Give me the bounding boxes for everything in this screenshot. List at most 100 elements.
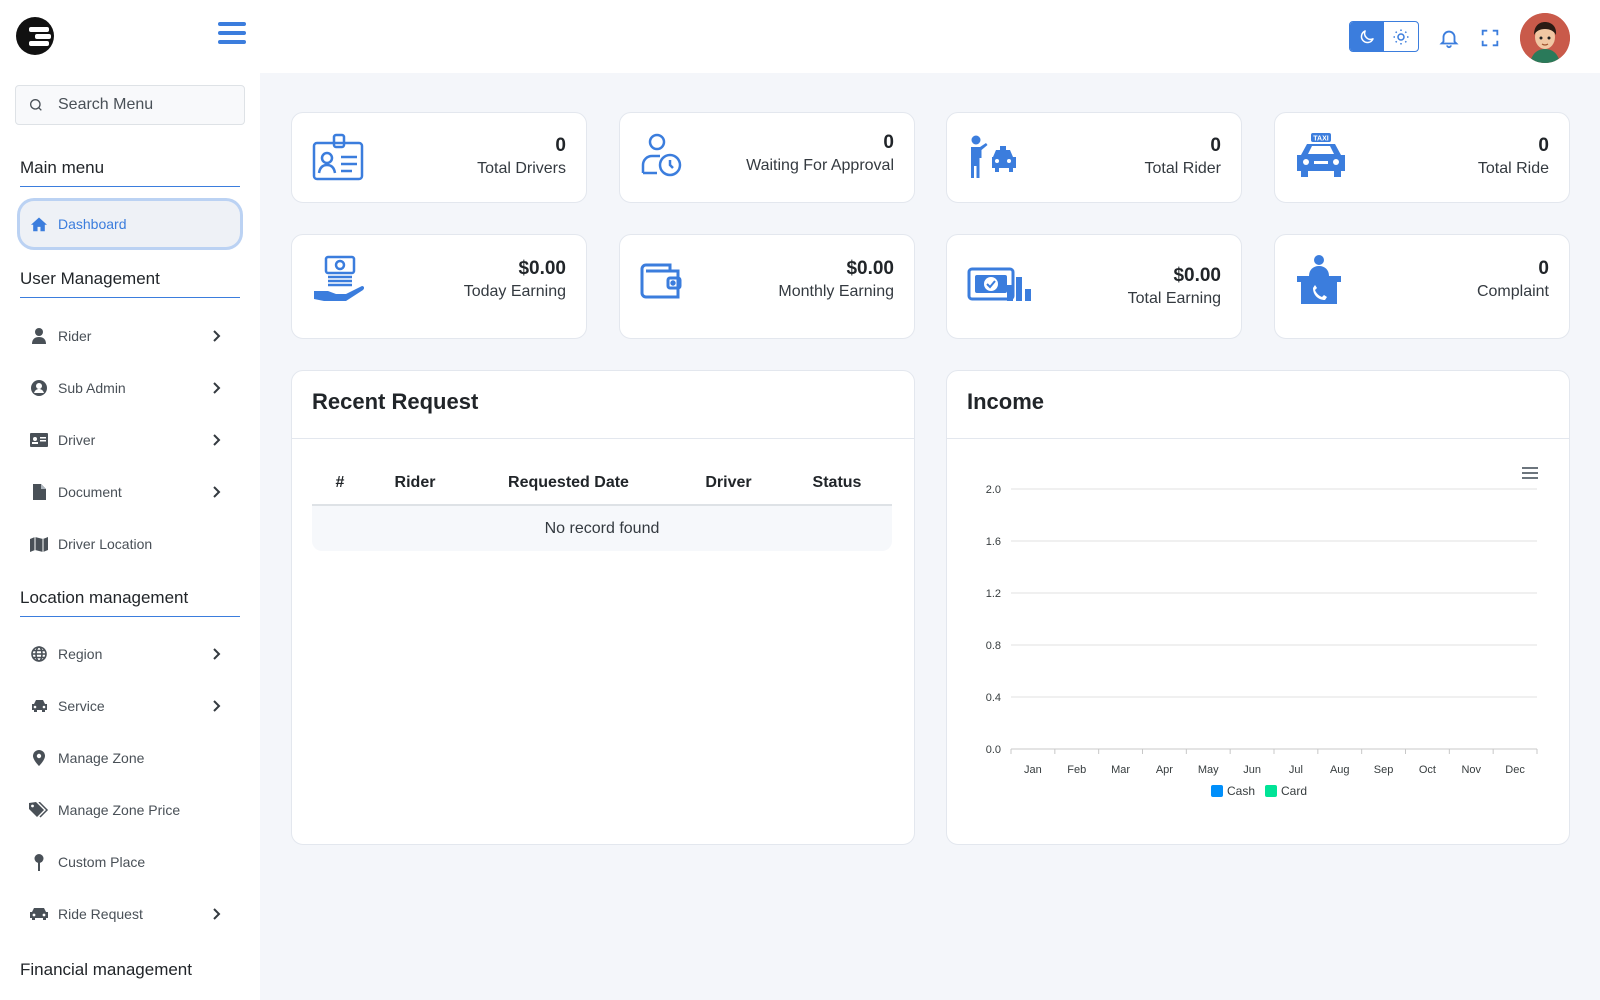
sidebar-item-rider[interactable]: Rider bbox=[20, 313, 240, 359]
empty-state-text: No record found bbox=[312, 505, 892, 551]
avatar[interactable] bbox=[1520, 13, 1570, 63]
y-tick-label: 2.0 bbox=[986, 484, 1001, 496]
user-clock-icon bbox=[641, 133, 682, 177]
y-tick-label: 1.2 bbox=[986, 588, 1001, 600]
x-tick-label: Nov bbox=[1461, 764, 1481, 776]
sidebar-item-label: Dashboard bbox=[58, 216, 127, 232]
stat-card-monthly-earning: $0.00 Monthly Earning bbox=[619, 234, 915, 339]
sidebar: Main menu Dashboard User Management Ride… bbox=[0, 73, 260, 1000]
sidebar-item-label: Driver bbox=[58, 432, 96, 448]
y-tick-label: 0.8 bbox=[986, 640, 1001, 652]
section-title-main-menu: Main menu bbox=[20, 158, 240, 187]
column-header[interactable]: Rider bbox=[368, 461, 462, 506]
chevron-right-icon bbox=[213, 330, 221, 342]
income-chart: 0.0 0.4 0.8 1.2 1.6 2.0 Jan Feb Mar Apr May Jun Jul… bbox=[986, 467, 1538, 798]
stat-label: Complaint bbox=[1476, 283, 1549, 300]
user-circle-icon bbox=[29, 379, 49, 397]
hamburger-icon[interactable] bbox=[218, 22, 246, 48]
stat-card-complaint: 0 Complaint bbox=[1274, 234, 1570, 339]
sidebar-item-label: Custom Place bbox=[58, 854, 146, 870]
stat-label: Monthly Earning bbox=[778, 283, 894, 300]
x-tick-label: Jul bbox=[1289, 764, 1303, 776]
bell-icon[interactable] bbox=[1438, 27, 1460, 49]
stat-label: Waiting For Approval bbox=[746, 157, 894, 174]
sidebar-item-region[interactable]: Region bbox=[20, 631, 240, 677]
sidebar-item-label: Manage Zone bbox=[58, 750, 145, 766]
divider bbox=[292, 438, 914, 439]
chevron-right-icon bbox=[213, 648, 221, 660]
wallet-icon bbox=[640, 263, 682, 299]
stat-card-total-drivers: 0 Total Drivers bbox=[291, 112, 587, 203]
legend-label-card[interactable]: Card bbox=[1281, 784, 1307, 798]
section-title-location-management: Location management bbox=[20, 588, 240, 617]
x-tick-label: Sep bbox=[1374, 764, 1394, 776]
globe-icon bbox=[29, 645, 49, 663]
sidebar-item-ride-request[interactable]: Ride Request bbox=[20, 891, 240, 937]
logo[interactable] bbox=[15, 16, 55, 56]
moon-icon[interactable] bbox=[1350, 22, 1384, 51]
chevron-right-icon bbox=[213, 908, 221, 920]
file-icon bbox=[29, 483, 49, 501]
sidebar-item-custom-place[interactable]: Custom Place bbox=[20, 839, 240, 885]
stat-card-today-earning: $0.00 Today Earning bbox=[291, 234, 587, 339]
section-title-financial-management: Financial management bbox=[20, 960, 192, 979]
stat-label: Total Ride bbox=[1477, 160, 1549, 177]
sun-icon[interactable] bbox=[1384, 22, 1418, 51]
column-header[interactable]: Status bbox=[782, 461, 892, 506]
x-tick-label: Jun bbox=[1243, 764, 1261, 776]
column-header[interactable]: Driver bbox=[675, 461, 782, 506]
column-header[interactable]: # bbox=[312, 461, 368, 506]
user-icon bbox=[29, 327, 49, 345]
chevron-right-icon bbox=[213, 486, 221, 498]
tags-icon bbox=[29, 801, 49, 819]
x-tick-label: Feb bbox=[1067, 764, 1086, 776]
legend-label-cash[interactable]: Cash bbox=[1227, 784, 1255, 798]
theme-toggle[interactable] bbox=[1349, 21, 1419, 52]
top-bar bbox=[0, 0, 1600, 73]
stat-value: 0 bbox=[883, 132, 894, 153]
stat-card-waiting-for-approval: 0 Waiting For Approval bbox=[619, 112, 915, 203]
chart-menu-icon[interactable] bbox=[1522, 467, 1538, 479]
stat-label: Total Drivers bbox=[477, 160, 566, 177]
x-tick-label: May bbox=[1198, 764, 1219, 776]
id-card-icon bbox=[29, 431, 49, 449]
search-input[interactable] bbox=[58, 96, 238, 114]
car-icon bbox=[29, 697, 49, 715]
chevron-right-icon bbox=[213, 434, 221, 446]
svg-text:TAXI: TAXI bbox=[1313, 136, 1328, 143]
chevron-right-icon bbox=[213, 700, 221, 712]
x-tick-label: Jan bbox=[1024, 764, 1042, 776]
sidebar-item-manage-zone[interactable]: Manage Zone bbox=[20, 735, 240, 781]
sidebar-item-label: Ride Request bbox=[58, 906, 143, 922]
section-title-user-management: User Management bbox=[20, 269, 240, 298]
sidebar-item-label: Region bbox=[58, 646, 103, 662]
fullscreen-icon[interactable] bbox=[1479, 27, 1501, 49]
panel-title: Recent Request bbox=[312, 389, 479, 414]
legend-marker-card[interactable] bbox=[1265, 785, 1277, 797]
sidebar-item-driver[interactable]: Driver bbox=[20, 417, 240, 463]
sidebar-item-label: Document bbox=[58, 484, 122, 500]
stat-label: Today Earning bbox=[463, 283, 566, 300]
stat-label: Total Earning bbox=[1127, 290, 1221, 307]
stat-value: 0 bbox=[1538, 258, 1549, 279]
stat-value: 0 bbox=[1210, 135, 1221, 156]
sidebar-item-sub-admin[interactable]: Sub Admin bbox=[20, 365, 240, 411]
taxi-icon: TAXI bbox=[1297, 133, 1345, 177]
map-pin-icon bbox=[29, 853, 49, 871]
sidebar-item-service[interactable]: Service bbox=[20, 683, 240, 729]
sidebar-item-dashboard[interactable]: Dashboard bbox=[20, 201, 240, 247]
money-hand-icon bbox=[314, 255, 364, 301]
stat-value: $0.00 bbox=[846, 258, 894, 279]
search-icon bbox=[30, 99, 42, 111]
sidebar-item-label: Driver Location bbox=[58, 536, 153, 552]
legend-marker-cash[interactable] bbox=[1211, 785, 1223, 797]
column-header[interactable]: Requested Date bbox=[462, 461, 675, 506]
search-box[interactable] bbox=[15, 85, 245, 125]
sidebar-item-document[interactable]: Document bbox=[20, 469, 240, 515]
sidebar-item-label: Manage Zone Price bbox=[58, 802, 181, 818]
sidebar-item-driver-location[interactable]: Driver Location bbox=[20, 521, 240, 567]
stat-card-total-rider: 0 Total Rider bbox=[946, 112, 1242, 203]
x-tick-label: Apr bbox=[1156, 764, 1173, 776]
sidebar-item-manage-zone-price[interactable]: Manage Zone Price bbox=[20, 787, 240, 833]
home-icon bbox=[29, 215, 49, 233]
